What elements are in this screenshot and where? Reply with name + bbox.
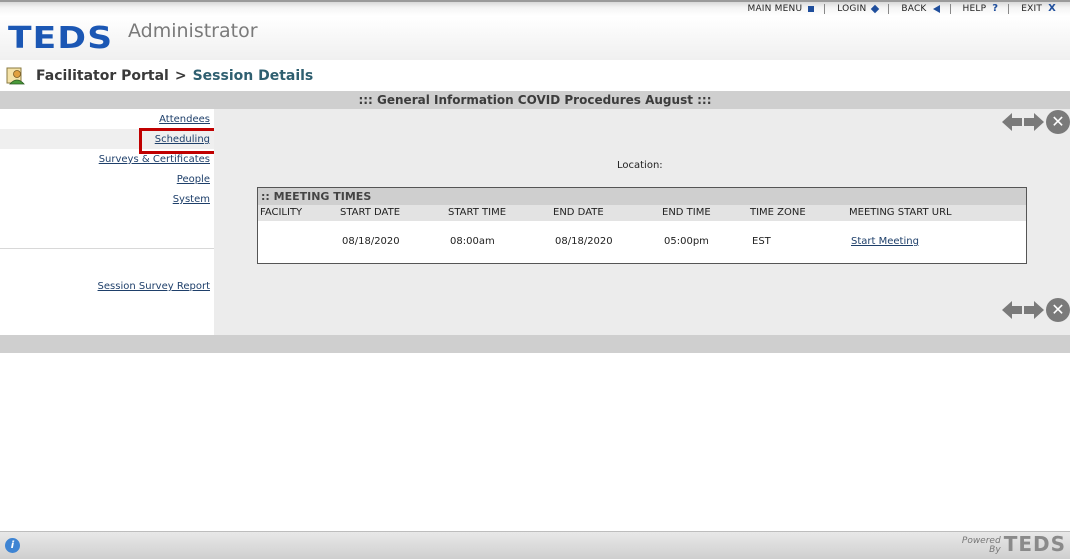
sidebar-item-people[interactable]: People xyxy=(177,174,210,185)
powered-by-text: Powered By xyxy=(962,537,1001,555)
page: MAIN MENU LOGIN BACK HELP ? EXIT X TEDS … xyxy=(0,0,1070,559)
diamond-icon xyxy=(871,4,880,14)
col-time-zone: TIME ZONE xyxy=(750,207,806,218)
meeting-times-title: :: MEETING TIMES xyxy=(258,188,1026,205)
sidebar-item-system[interactable]: System xyxy=(173,194,210,205)
breadcrumb: Facilitator Portal > Session Details xyxy=(6,66,313,86)
login-label: LOGIN xyxy=(837,4,867,14)
next-arrow-icon[interactable] xyxy=(1023,300,1045,320)
location-label: Location: xyxy=(617,160,663,171)
nav-divider xyxy=(949,4,951,14)
meeting-times-panel: :: MEETING TIMES FACILITY START DATE STA… xyxy=(257,187,1027,264)
exit-label: EXIT xyxy=(1021,4,1043,14)
exit-link[interactable]: EXIT X xyxy=(1021,3,1056,15)
prev-arrow-icon[interactable] xyxy=(1001,112,1023,132)
col-end-time: END TIME xyxy=(662,207,711,218)
cell-time-zone: EST xyxy=(752,236,771,247)
table-row: 08/18/2020 08:00am 08/18/2020 05:00pm ES… xyxy=(258,221,1026,263)
main-menu-label: MAIN MENU xyxy=(747,4,803,14)
main-menu-link[interactable]: MAIN MENU xyxy=(747,4,815,14)
breadcrumb-separator: > xyxy=(174,68,187,84)
back-triangle-icon xyxy=(932,5,940,13)
nav-divider xyxy=(888,4,890,14)
question-icon: ? xyxy=(992,3,999,14)
session-title-bar: ::: General Information COVID Procedures… xyxy=(0,91,1070,109)
help-link[interactable]: HELP ? xyxy=(962,3,999,15)
top-nav-bar: MAIN MENU LOGIN BACK HELP ? EXIT X xyxy=(0,0,1070,16)
meeting-times-header-row: FACILITY START DATE START TIME END DATE … xyxy=(258,205,1026,221)
session-survey-report-link[interactable]: Session Survey Report xyxy=(98,281,210,292)
close-icon[interactable]: ✕ xyxy=(1046,110,1070,134)
back-label: BACK xyxy=(901,4,927,14)
by-line: By xyxy=(989,545,1001,555)
app-name: Administrator xyxy=(128,20,258,42)
teds-logo: TEDS xyxy=(8,24,112,54)
top-nav-arrows: ✕ xyxy=(1001,110,1070,134)
col-meeting-start-url: MEETING START URL xyxy=(849,207,952,218)
col-facility: FACILITY xyxy=(260,207,303,218)
cell-end-time: 05:00pm xyxy=(664,236,709,247)
square-icon xyxy=(808,6,815,12)
logo-mark: TEDS xyxy=(8,21,114,56)
app-header: TEDS Administrator xyxy=(0,16,1070,60)
col-start-date: START DATE xyxy=(340,207,401,218)
sidebar-item-surveys-certificates[interactable]: Surveys & Certificates xyxy=(99,154,210,165)
person-icon xyxy=(6,67,25,85)
breadcrumb-parent[interactable]: Facilitator Portal xyxy=(36,68,169,84)
close-icon[interactable]: ✕ xyxy=(1046,298,1070,322)
breadcrumb-current: Session Details xyxy=(192,68,314,84)
back-link[interactable]: BACK xyxy=(901,4,940,14)
col-end-date: END DATE xyxy=(553,207,604,218)
col-start-time: START TIME xyxy=(448,207,507,218)
footer: i Powered By TEDS xyxy=(0,531,1070,559)
help-label: HELP xyxy=(962,4,987,14)
close-x-icon: X xyxy=(1048,3,1056,14)
powered-logo: TEDS xyxy=(1003,532,1066,556)
sidebar: Attendees Scheduling Surveys & Certifica… xyxy=(0,109,217,335)
content-bottom-bar xyxy=(0,335,1070,353)
prev-arrow-icon[interactable] xyxy=(1001,300,1023,320)
nav-divider xyxy=(824,4,826,14)
highlight-box xyxy=(139,128,217,154)
sidebar-item-attendees[interactable]: Attendees xyxy=(159,114,210,125)
start-meeting-link[interactable]: Start Meeting xyxy=(851,236,919,247)
login-link[interactable]: LOGIN xyxy=(837,4,880,14)
main-content: ✕ Location: :: MEETING TIMES FACILITY ST… xyxy=(214,109,1070,335)
nav-divider xyxy=(1008,4,1010,14)
cell-start-date: 08/18/2020 xyxy=(342,236,400,247)
next-arrow-icon[interactable] xyxy=(1023,112,1045,132)
sidebar-divider xyxy=(0,248,214,249)
cell-start-time: 08:00am xyxy=(450,236,495,247)
info-icon[interactable]: i xyxy=(5,538,20,553)
cell-end-date: 08/18/2020 xyxy=(555,236,613,247)
bottom-nav-arrows: ✕ xyxy=(1001,298,1070,322)
powered-by-teds: Powered By TEDS xyxy=(962,533,1066,555)
